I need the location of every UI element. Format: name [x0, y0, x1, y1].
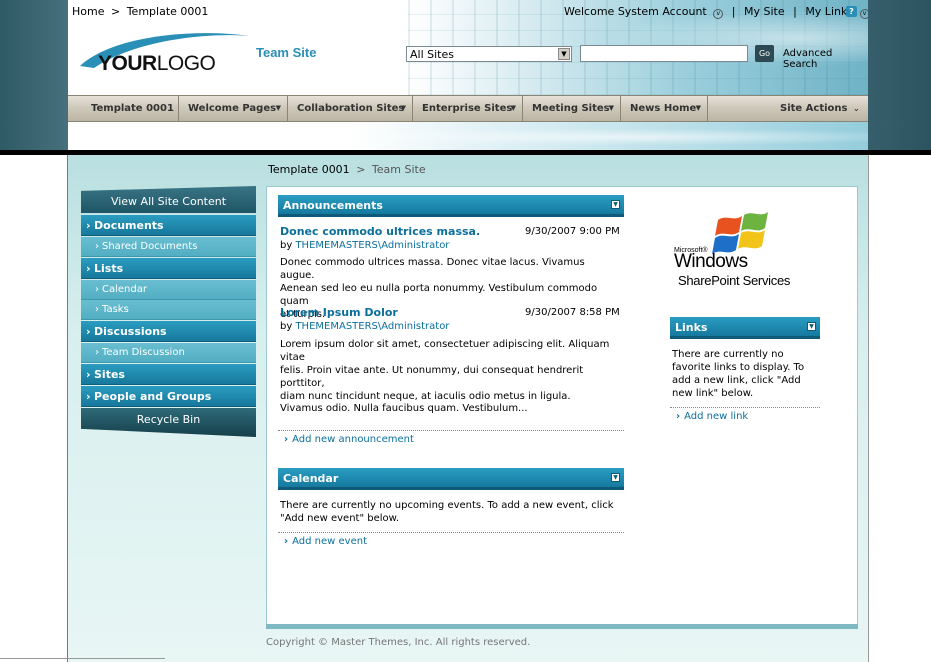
page-breadcrumb-root[interactable]: Template 0001 — [268, 163, 350, 176]
top-navigation-bar: Template 0001 Welcome Pages ▼ Collaborat… — [68, 95, 868, 122]
site-actions-label: Site Actions — [780, 103, 848, 114]
nav-item-meeting-sites[interactable]: Meeting Sites ▼ — [523, 96, 621, 121]
global-breadcrumb: Home > Template 0001 — [72, 5, 208, 18]
ql-documents[interactable]: Documents — [81, 215, 256, 236]
search-scope-value: All Sites — [410, 48, 454, 61]
logo-text-logo: LOGO — [156, 52, 216, 75]
breadcrumb-separator: > — [110, 5, 121, 18]
nav-item-label: Welcome Pages — [188, 103, 277, 114]
user-links: Welcome System Account v | My Site | My … — [564, 5, 868, 19]
ql-sites[interactable]: Sites — [81, 364, 256, 385]
page-right-border — [868, 155, 869, 662]
nav-item-label: News Home — [630, 103, 697, 114]
nav-item-label: Meeting Sites — [532, 103, 610, 114]
my-site-link[interactable]: My Site — [744, 5, 785, 18]
chevron-down-icon: ▼ — [275, 104, 281, 112]
nav-item-label: Collaboration Sites — [297, 103, 405, 114]
link-separator: | — [793, 5, 797, 18]
page-breadcrumb-current: Team Site — [371, 163, 426, 176]
nav-item-label: Template 0001 — [91, 103, 174, 114]
link-separator: | — [731, 5, 736, 18]
announcement-body: Lorem ipsum dolor sit amet, consectetuer… — [280, 339, 610, 402]
windows-label: Windows — [674, 251, 748, 272]
sharepoint-services-logo: Microsoft® Windows SharePoint Services — [672, 210, 822, 290]
chevron-down-icon: ▼ — [510, 104, 516, 112]
add-new-announcement-link[interactable]: Add new announcement — [284, 434, 414, 445]
links-body: There are currently no favorite links to… — [672, 349, 805, 399]
advanced-search-link[interactable]: Advanced Search — [783, 48, 868, 70]
content-panel-bottom-bar — [266, 624, 858, 629]
help-icon[interactable]: ? — [846, 6, 857, 17]
nav-item-label: Enterprise Sites — [422, 103, 513, 114]
announcements-title[interactable]: Announcements — [283, 199, 383, 212]
bottom-divider — [0, 658, 165, 659]
chevron-down-icon: ▼ — [608, 104, 614, 112]
divider — [670, 407, 820, 408]
ql-tasks[interactable]: Tasks — [81, 300, 256, 320]
links-title[interactable]: Links — [675, 321, 707, 334]
search-go-button[interactable]: Go — [755, 45, 774, 62]
logo-text-your: YOUR — [98, 52, 157, 75]
webpart-menu-icon[interactable]: ▼ — [611, 200, 620, 209]
links-webpart-header: Links ▼ — [670, 317, 820, 339]
nav-item-welcome-pages[interactable]: Welcome Pages ▼ — [179, 96, 288, 121]
page-breadcrumb: Template 0001 > Team Site — [268, 163, 426, 176]
nav-item-enterprise-sites[interactable]: Enterprise Sites ▼ — [413, 96, 523, 121]
site-title[interactable]: Team Site — [256, 45, 316, 60]
chevron-down-icon: ⌄ — [852, 104, 860, 113]
ql-lists[interactable]: Lists — [81, 258, 256, 279]
chevron-down-icon[interactable]: v — [859, 9, 868, 19]
search-scope-select[interactable]: All Sites ▼ — [406, 46, 572, 62]
webpart-menu-icon[interactable]: ▼ — [807, 322, 816, 331]
right-background-strip — [868, 0, 931, 155]
divider — [278, 532, 624, 533]
windows-flag-icon — [712, 212, 768, 254]
chevron-down-icon: ▼ — [400, 104, 406, 112]
add-new-link[interactable]: Add new link — [676, 411, 748, 422]
chevron-down-icon: ▼ — [695, 104, 701, 112]
calendar-title[interactable]: Calendar — [283, 472, 338, 485]
webpart-menu-icon[interactable]: ▼ — [611, 473, 620, 482]
announcement-date: 9/30/2007 8:58 PM — [525, 307, 620, 318]
page-left-border — [67, 155, 68, 662]
ql-shared-documents[interactable]: Shared Documents — [81, 237, 256, 257]
nav-item-template-0001[interactable]: Template 0001 — [82, 96, 179, 121]
author-link[interactable]: THEMEMASTERS\Administrator — [295, 321, 449, 332]
page-breadcrumb-separator: > — [356, 163, 366, 176]
ql-calendar[interactable]: Calendar — [81, 280, 256, 300]
announcement-author: by THEMEMASTERS\Administrator — [280, 240, 450, 251]
nav-item-collaboration-sites[interactable]: Collaboration Sites ▼ — [288, 96, 413, 121]
welcome-menu[interactable]: Welcome System Account — [564, 5, 707, 18]
calendar-webpart-header: Calendar ▼ — [278, 468, 624, 490]
search-input[interactable] — [580, 45, 748, 62]
site-header: Home > Template 0001 YOURLOGO Team Site … — [68, 0, 868, 95]
add-new-event-link[interactable]: Add new event — [284, 536, 367, 547]
breadcrumb-current: Template 0001 — [126, 5, 209, 18]
calendar-body: There are currently no upcoming events. … — [280, 500, 614, 524]
announcement-title[interactable]: Lorem Ipsum Dolor — [280, 306, 398, 319]
chevron-down-icon[interactable]: v — [713, 9, 724, 19]
announcement-date: 9/30/2007 9:00 PM — [525, 226, 620, 237]
dropdown-arrow-icon[interactable]: ▼ — [558, 48, 570, 60]
sharepoint-services-label: SharePoint Services — [678, 273, 791, 288]
left-background-strip — [0, 0, 68, 155]
header-band-art — [68, 122, 868, 152]
copyright-text: Copyright © Master Themes, Inc. All righ… — [266, 637, 531, 648]
announcement-body-extra: Vivamus odio. Nulla faucibus quam. Vesti… — [280, 403, 528, 414]
ql-discussions[interactable]: Discussions — [81, 321, 256, 342]
ql-people-and-groups[interactable]: People and Groups — [81, 386, 256, 407]
announcement-author: by THEMEMASTERS\Administrator — [280, 321, 450, 332]
divider — [278, 430, 624, 431]
site-actions-menu[interactable]: Site Actions ⌄ — [780, 96, 860, 121]
announcements-webpart-header: Announcements ▼ — [278, 195, 624, 217]
author-link[interactable]: THEMEMASTERS\Administrator — [295, 240, 449, 251]
breadcrumb-home-link[interactable]: Home — [72, 5, 104, 18]
ql-team-discussion[interactable]: Team Discussion — [81, 343, 256, 363]
announcement-title[interactable]: Donec commodo ultrices massa. — [280, 225, 480, 238]
nav-item-news-home[interactable]: News Home ▼ — [621, 96, 708, 121]
